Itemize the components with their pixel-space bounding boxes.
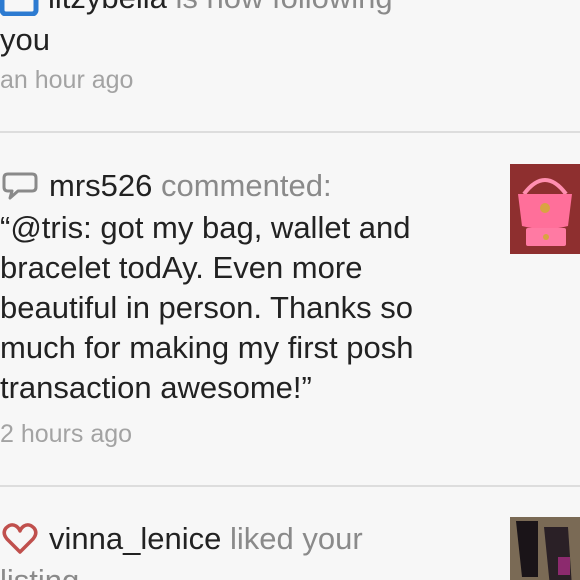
username-link[interactable]: mrs526 bbox=[49, 168, 152, 203]
feed-item-comment[interactable]: mrs526 commented: “@tris: got my bag, wa… bbox=[0, 133, 580, 485]
feed-item-header: mrs526 commented: bbox=[49, 166, 332, 206]
comment-line: beautiful in person. Thanks so bbox=[0, 290, 414, 325]
comment-line: much for making my first posh bbox=[0, 330, 414, 365]
comment-line: bracelet todAy. Even more bbox=[0, 250, 363, 285]
comment-line: transaction awesome!” bbox=[0, 370, 312, 405]
feed-item-body-line: you bbox=[0, 22, 50, 57]
feed-item-header: vinna_lenice liked your bbox=[49, 519, 363, 559]
action-text: commented: bbox=[152, 168, 332, 203]
black-boots-image bbox=[510, 517, 580, 580]
feed-item-header: litzybella is now following bbox=[48, 0, 393, 18]
comment-line: “@tris: got my bag, wallet and bbox=[0, 210, 411, 245]
username-link[interactable]: vinna_lenice bbox=[49, 521, 221, 556]
feed-item-like[interactable]: vinna_lenice liked your listing bbox=[0, 487, 580, 580]
listing-thumbnail[interactable] bbox=[510, 164, 580, 254]
action-text: liked your bbox=[221, 521, 363, 556]
activity-feed: litzybella is now following you an hour … bbox=[0, 0, 580, 580]
user-icon bbox=[0, 0, 40, 21]
timestamp: 2 hours ago bbox=[0, 420, 133, 448]
comment-text: “@tris: got my bag, wallet and bracelet … bbox=[0, 208, 413, 408]
listing-thumbnail[interactable] bbox=[510, 517, 580, 580]
feed-item-follow[interactable]: litzybella is now following you an hour … bbox=[0, 0, 580, 118]
username-link[interactable]: litzybella bbox=[48, 0, 167, 15]
timestamp: an hour ago bbox=[0, 66, 134, 94]
heart-icon bbox=[2, 523, 38, 560]
action-text: is now following bbox=[167, 0, 393, 15]
feed-item-body-line: listing bbox=[0, 561, 79, 580]
comment-icon bbox=[2, 171, 38, 206]
pink-handbag-image bbox=[510, 164, 580, 254]
